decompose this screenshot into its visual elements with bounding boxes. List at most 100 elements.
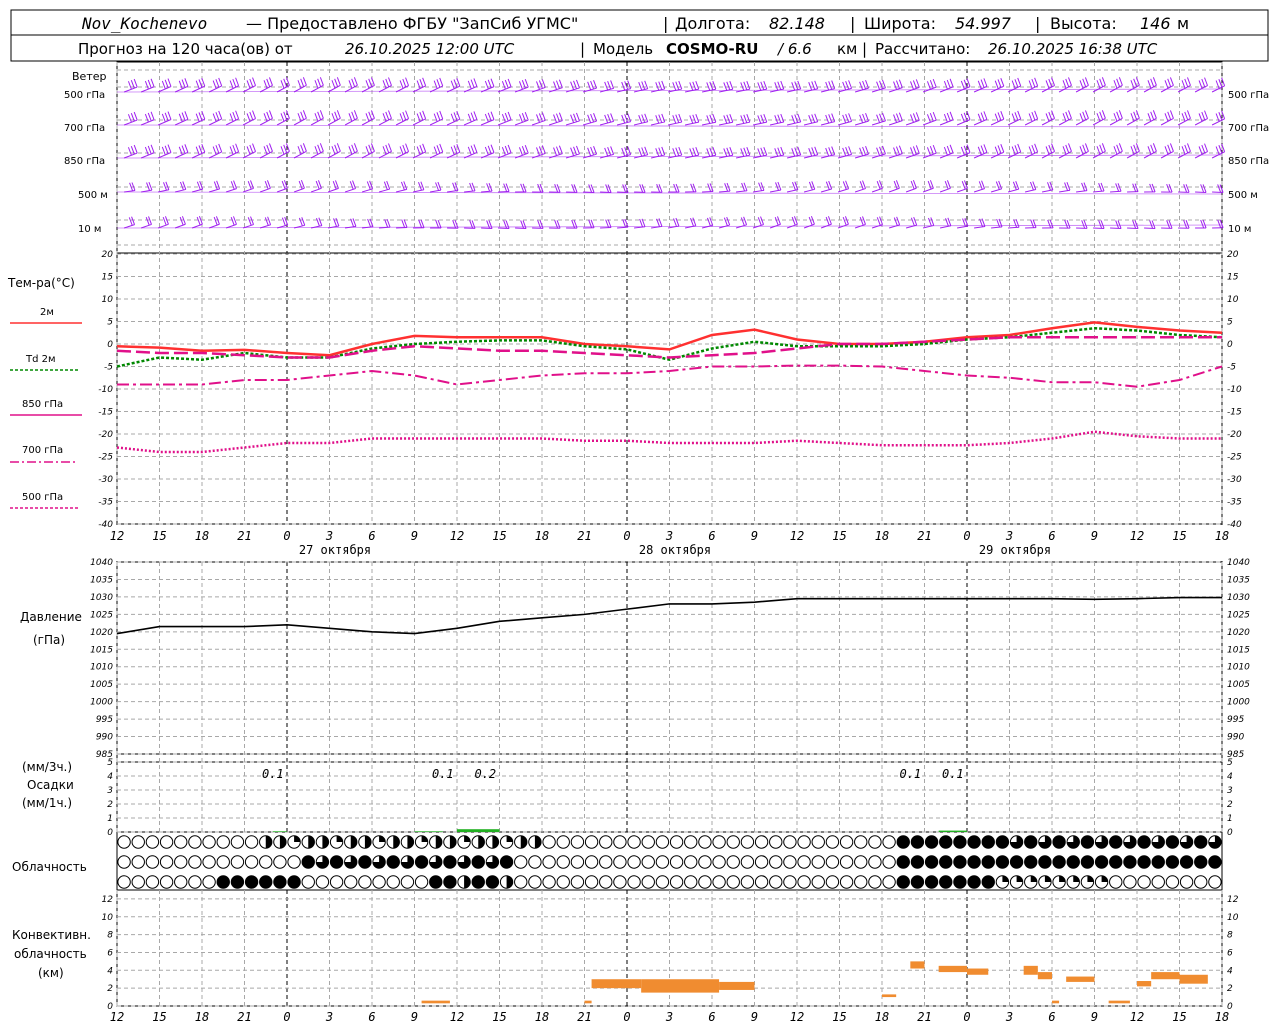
cloud-symbol xyxy=(599,855,613,869)
cloud-symbol xyxy=(910,835,925,849)
wind-barb xyxy=(259,187,271,193)
cloud-symbol-fill xyxy=(407,835,414,849)
wind-level-right: 500 гПа xyxy=(1228,90,1269,101)
wind-barb-feather xyxy=(1167,144,1172,154)
forecast-start: 26.10.2025 12:00 UTC xyxy=(345,40,515,58)
wind-barb-feather xyxy=(926,147,931,156)
cloud-symbol xyxy=(471,855,485,869)
wind-barb-feather xyxy=(518,114,523,123)
cloud-symbol xyxy=(712,855,726,869)
lon-value: 82.148 xyxy=(769,14,825,33)
wind-barb-feather xyxy=(246,113,251,122)
cloud-symbol-fill xyxy=(449,835,457,849)
wind-barb-feather xyxy=(1017,110,1022,120)
convective-bar xyxy=(938,965,967,973)
wind-barb xyxy=(447,189,459,193)
pressure-tick-left: 1020 xyxy=(90,628,113,638)
wind-barb-feather xyxy=(726,81,731,91)
hour-tick-label: 3 xyxy=(665,1010,673,1024)
wind-barb-feather xyxy=(1045,113,1050,122)
precip-tick-right: 3 xyxy=(1227,786,1233,796)
pressure-tick-left: 990 xyxy=(96,733,113,743)
resolution-unit: км xyxy=(837,40,857,58)
wind-barb-feather xyxy=(791,115,796,124)
temp-tick-left: -15 xyxy=(98,408,113,418)
cloud-symbol xyxy=(981,855,995,869)
cloud-symbol xyxy=(797,835,811,849)
wind-barb xyxy=(956,225,969,229)
wind-barb-feather xyxy=(181,145,186,154)
temp-tick-right: 0 xyxy=(1227,340,1233,350)
wind-barb-feather xyxy=(553,81,558,90)
wind-barb-feather xyxy=(388,77,392,86)
precip-bar xyxy=(272,831,287,832)
wind-barb-feather xyxy=(161,80,166,90)
wind-barb-feather xyxy=(167,78,172,87)
wind-barb-feather xyxy=(1101,143,1106,152)
wind-barb-feather xyxy=(983,111,988,120)
cloud-symbol xyxy=(967,875,981,889)
cloud-symbol xyxy=(230,875,245,889)
cloud-symbol xyxy=(712,835,726,849)
wind-barb-feather xyxy=(621,81,626,91)
wind-barb-feather xyxy=(590,113,595,123)
cloud-symbol xyxy=(854,835,868,849)
hour-tick-label: 15 xyxy=(832,1010,846,1024)
temp-tick-left: -20 xyxy=(98,430,113,440)
wind-barb-feather xyxy=(876,114,881,123)
cloud-symbol xyxy=(641,835,655,849)
wind-barb-feather xyxy=(144,80,149,90)
temp-series-line xyxy=(117,364,1223,388)
hour-tick-label: 15 xyxy=(152,529,166,543)
wind-barb-feather xyxy=(814,80,819,89)
hour-tick-label: 12 xyxy=(110,1010,124,1024)
wind-barb-feather xyxy=(689,148,694,157)
wind-barb-feather xyxy=(1218,111,1223,121)
wind-barb-feather xyxy=(490,78,495,87)
conv-tick-right: 12 xyxy=(1227,895,1239,905)
wind-barb xyxy=(939,187,951,193)
wind-barb-feather xyxy=(570,81,575,90)
wind-barb-feather xyxy=(994,113,999,122)
wind-barb-feather xyxy=(1034,77,1039,86)
wind-barb-feather xyxy=(607,147,612,156)
wind-barb-feather xyxy=(977,113,982,123)
wind-barb-feather xyxy=(692,114,697,123)
cloud-symbol xyxy=(995,855,1010,869)
hour-tick-label: 0 xyxy=(623,529,630,543)
wind-barb-feather xyxy=(876,147,881,156)
temp-series-line xyxy=(116,326,1223,368)
wind-barb-feather xyxy=(842,114,847,124)
cloud-symbol xyxy=(924,855,939,869)
hour-tick-label: 15 xyxy=(1172,1010,1186,1024)
cloud-symbol xyxy=(839,835,854,849)
hour-tick-label: 15 xyxy=(492,1010,506,1024)
cloud-symbol xyxy=(443,875,457,889)
wind-barb-feather xyxy=(994,146,999,155)
pressure-tick-right: 1025 xyxy=(1227,610,1250,620)
wind-barb-feather xyxy=(150,78,155,88)
cloud-symbol xyxy=(174,855,188,869)
cloud-symbol xyxy=(1165,875,1180,889)
wind-barb-feather xyxy=(450,113,455,122)
wind-barb-feather xyxy=(283,78,288,88)
alt-unit: м xyxy=(1177,14,1189,33)
temp-tick-right: 10 xyxy=(1227,295,1239,305)
wind-barb xyxy=(1212,191,1224,194)
wind-barb-feather xyxy=(655,148,660,157)
cloud-symbol xyxy=(202,835,216,849)
wind-barb-feather xyxy=(828,81,833,90)
cloud-symbol xyxy=(429,875,443,889)
wind-barb-feather xyxy=(570,147,575,156)
wind-barb-feather xyxy=(842,81,847,91)
precip-label: 0.2 xyxy=(474,767,496,781)
separator-3: | xyxy=(580,40,585,58)
wind-barb-feather xyxy=(402,78,407,88)
wind-barb-feather xyxy=(524,144,529,154)
cloud-symbol-fill xyxy=(393,835,400,849)
model-resolution: / 6.6 xyxy=(776,40,812,58)
wind-barb-feather xyxy=(1169,110,1174,119)
hour-tick-label: 3 xyxy=(1005,529,1013,543)
wind-barb-feather xyxy=(610,113,615,122)
cloud-symbol xyxy=(145,855,160,869)
